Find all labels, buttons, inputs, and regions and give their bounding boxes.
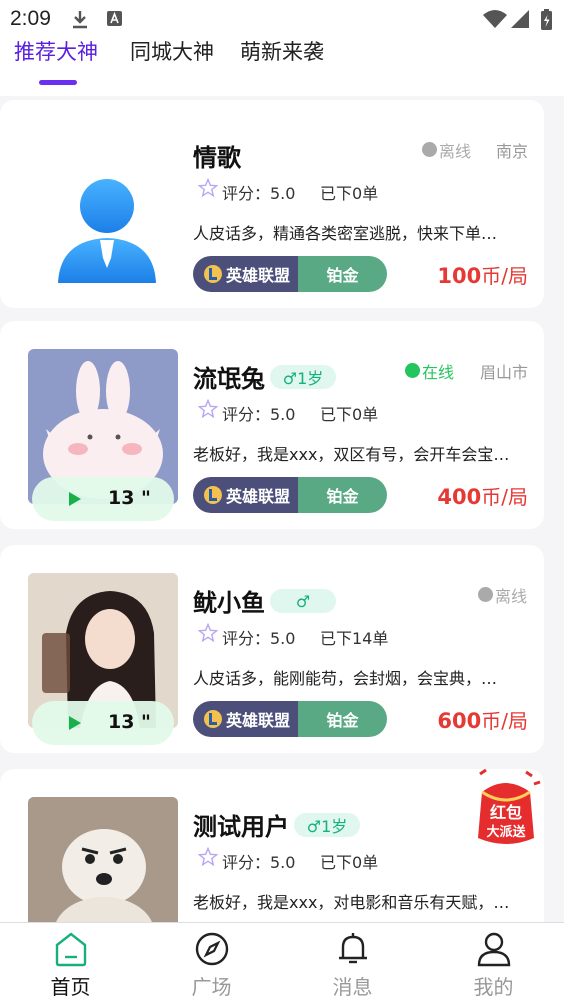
price-label: 600币/局 [437,705,528,734]
compass-icon [195,932,229,966]
red-packet-icon: 红包 大派送 [478,768,541,844]
nav-label: 消息 [332,975,373,999]
price-unit: 币/局 [481,264,528,288]
game-name: 英雄联盟 [226,266,291,285]
offline-dot [422,142,437,157]
nav-label: 广场 [191,975,232,999]
user-icon [477,932,511,967]
player-description: 人皮话多，能刚能苟，会封烟，会宝典，… [193,669,498,688]
rank-label: 铂金 [326,266,359,285]
tab-newcomers[interactable]: 萌新来袭 [240,36,324,66]
avatar [28,797,178,922]
gender-age-badge: ♂1岁 [270,365,336,389]
nav-square[interactable]: 广场 [141,923,282,1002]
red-packet-promo[interactable]: 红包 大派送 [470,768,542,848]
wifi-icon [483,10,507,28]
bottom-nav: 首页 广场 消息 我的 [0,922,564,1002]
gender-age-badge: ♂ [270,589,336,613]
bell-icon [339,933,367,964]
status-time: 2:09 [10,7,51,30]
nav-home[interactable]: 首页 [0,923,141,1002]
game-tag: 英雄联盟 铂金 [193,701,387,737]
online-status: 离线 [495,587,528,606]
player-card[interactable]: 情歌 离线 南京 评分：5.0 已下0单 人皮话多，精通各类密室逃脱，快来下单…… [0,100,544,308]
player-name: 流氓兔 [193,365,265,393]
player-name: 鱿小鱼 [193,589,265,617]
star-icon [198,178,218,198]
price-label: 400币/局 [437,481,528,510]
online-status: 离线 [439,142,472,161]
play-icon [69,492,81,506]
price-unit: 币/局 [481,485,528,509]
player-description: 人皮话多，精通各类密室逃脱，快来下单… [193,224,498,243]
online-dot [405,363,420,378]
rating-text: 评分：5.0 [222,405,296,424]
nav-messages[interactable]: 消息 [282,923,423,1002]
order-count: 已下0单 [320,184,379,203]
tab-recommended[interactable]: 推荐大神 [14,36,98,66]
order-count: 已下0单 [320,853,379,872]
voice-duration: 13 " [108,711,151,733]
redpacket-line2: 大派送 [486,824,526,840]
home-icon [55,932,87,967]
play-icon [69,716,81,730]
voice-intro-button[interactable]: 13 " [32,701,174,745]
rank-label: 铂金 [326,711,359,730]
game-tag: 英雄联盟 铂金 [193,477,387,513]
nav-profile[interactable]: 我的 [423,923,564,1002]
star-icon [198,623,218,643]
price-value: 400 [437,485,482,509]
order-count: 已下14单 [320,629,389,648]
gender-age-badge: ♂1岁 [294,813,360,837]
tab-same-city[interactable]: 同城大神 [130,36,214,66]
battery-icon [541,9,552,30]
redpacket-line1: 红包 [490,803,522,822]
league-logo-icon [204,710,222,728]
rating-text: 评分：5.0 [222,184,296,203]
voice-duration: 13 " [108,487,151,509]
player-card[interactable]: 测试用户 ♂1岁 评分：5.0 已下0单 老板好，我是xxx，对电影和音乐有天赋… [0,769,544,922]
game-name: 英雄联盟 [226,487,291,506]
online-status: 在线 [422,363,455,382]
league-logo-icon [204,265,222,283]
rating-text: 评分：5.0 [222,853,296,872]
tab-indicator [39,80,77,85]
nav-label: 我的 [473,975,514,999]
voice-intro-button[interactable]: 13 " [32,477,174,521]
price-unit: 币/局 [481,709,528,733]
game-tag: 英雄联盟 铂金 [193,256,387,292]
price-value: 600 [437,709,482,733]
player-description: 老板好，我是xxx，对电影和音乐有天赋，… [193,893,510,912]
player-name: 情歌 [193,144,241,172]
default-avatar-icon [58,179,156,283]
city-label: 眉山市 [479,363,528,382]
rank-label: 铂金 [326,487,359,506]
price-label: 100币/局 [437,260,528,289]
category-tabs: 推荐大神 同城大神 萌新来袭 [0,30,564,96]
player-card[interactable]: 13 " 流氓兔 ♂1岁 在线 眉山市 评分：5.0 已下0单 老板好，我是xx… [0,321,544,529]
player-card[interactable]: 13 " 鱿小鱼 ♂ 离线 评分：5.0 已下14单 人皮话多，能刚能苟，会封烟… [0,545,544,753]
price-value: 100 [437,264,482,288]
signal-icon [511,10,529,28]
game-name: 英雄联盟 [226,711,291,730]
download-icon [73,11,87,29]
nav-label: 首页 [50,975,91,999]
city-label: 南京 [495,142,528,161]
star-icon [198,847,218,867]
rating-text: 评分：5.0 [222,629,296,648]
player-description: 老板好，我是xxx，双区有号，会开车会宝… [193,445,510,464]
dog-photo [28,797,178,922]
notification-icon [107,11,122,26]
offline-dot [478,587,493,602]
order-count: 已下0单 [320,405,379,424]
league-logo-icon [204,486,222,504]
player-name: 测试用户 [193,813,289,841]
avatar [28,128,178,283]
star-icon [198,399,218,419]
